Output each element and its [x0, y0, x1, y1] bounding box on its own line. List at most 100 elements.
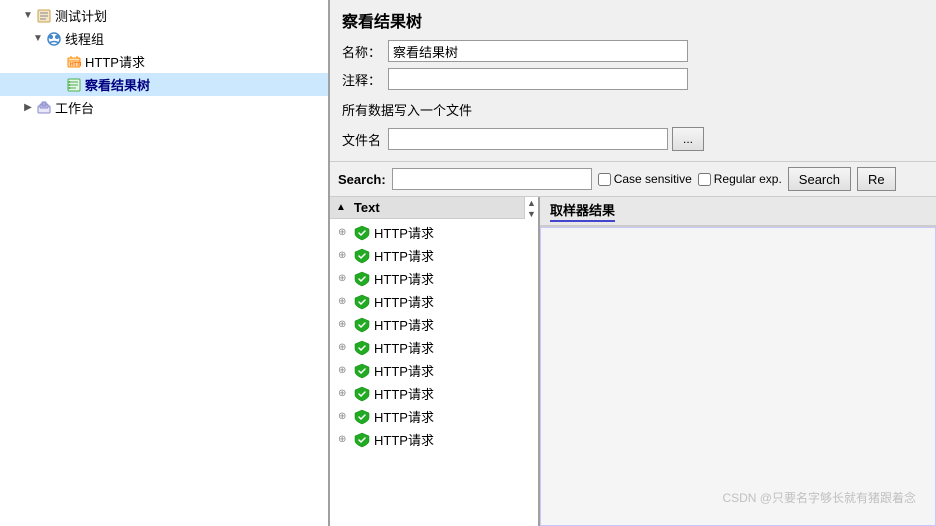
result-item[interactable]: ⊕ HTTP请求 — [330, 336, 538, 359]
result-tree-label: 察看结果树 — [85, 75, 150, 94]
filename-label: 文件名 — [342, 130, 382, 149]
result-label: HTTP请求 — [374, 361, 434, 380]
results-detail-header: 取样器结果 — [540, 197, 936, 227]
workbench-icon — [36, 100, 52, 116]
column-header: ▲ Text ▲ ▼ — [330, 197, 538, 219]
shield-icon — [354, 294, 370, 310]
tree-item-result-tree[interactable]: ▶ 察看结果树 — [0, 73, 328, 96]
result-label: HTTP请求 — [374, 269, 434, 288]
case-sensitive-label: Case sensitive — [614, 172, 692, 186]
search-button[interactable]: Search — [788, 167, 851, 191]
result-label: HTTP请求 — [374, 407, 434, 426]
shield-icon — [354, 271, 370, 287]
regular-exp-checkbox[interactable] — [698, 173, 711, 186]
name-row: 名称： — [342, 40, 924, 62]
result-tree-icon — [66, 77, 82, 93]
expand-plan[interactable]: ▼ — [20, 8, 36, 24]
result-label: HTTP请求 — [374, 246, 434, 265]
result-item[interactable]: ⊕ HTTP请求 — [330, 267, 538, 290]
tree-item-http-request[interactable]: ▶ HTTP HTTP请求 — [0, 50, 328, 73]
result-item[interactable]: ⊕ HTTP请求 — [330, 244, 538, 267]
text-column-label: Text — [354, 200, 380, 215]
all-data-row: 所有数据写入一个文件 — [342, 96, 924, 123]
results-detail-panel: 取样器结果 CSDN @只要名字够长就有猪跟着念 — [540, 197, 936, 526]
result-label: HTTP请求 — [374, 384, 434, 403]
workbench-label: 工作台 — [55, 98, 94, 117]
browse-button[interactable]: ... — [672, 127, 704, 151]
column-dropdown-arrow[interactable]: ▲ — [336, 202, 346, 213]
search-label: Search: — [338, 172, 386, 187]
filename-input[interactable] — [388, 128, 668, 150]
page-title: 察看结果树 — [342, 8, 924, 32]
shield-icon — [354, 340, 370, 356]
expand-workbench[interactable]: ▶ — [20, 100, 36, 116]
watermark: CSDN @只要名字够长就有猪跟着念 — [722, 489, 916, 506]
column-header-text: ▲ Text — [330, 197, 524, 219]
result-item[interactable]: ⊕ HTTP请求 — [330, 428, 538, 451]
comment-label: 注释： — [342, 70, 382, 89]
shield-icon — [354, 225, 370, 241]
column-scroll[interactable]: ▲ ▼ — [524, 197, 538, 219]
result-item[interactable]: ⊕ HTTP请求 — [330, 290, 538, 313]
expand-thread-group[interactable]: ▼ — [30, 31, 46, 47]
comment-input[interactable] — [388, 68, 688, 90]
key-icon: ⊕ — [338, 296, 350, 307]
plan-label: 测试计划 — [55, 6, 107, 25]
results-list-panel: ▲ Text ▲ ▼ ⊕ — [330, 197, 540, 526]
key-icon: ⊕ — [338, 342, 350, 353]
name-input[interactable] — [388, 40, 688, 62]
thread-group-label: 线程组 — [65, 29, 104, 48]
key-icon: ⊕ — [338, 365, 350, 376]
form-header: 察看结果树 名称： 注释： 所有数据写入一个文件 文件名 ... — [330, 0, 936, 162]
name-label: 名称： — [342, 42, 382, 61]
result-label: HTTP请求 — [374, 315, 434, 334]
key-icon: ⊕ — [338, 434, 350, 445]
shield-icon — [354, 317, 370, 333]
key-icon: ⊕ — [338, 250, 350, 261]
scroll-down[interactable]: ▼ — [525, 208, 538, 219]
reset-button[interactable]: Re — [857, 167, 896, 191]
result-item[interactable]: ⊕ HTTP请求 — [330, 313, 538, 336]
search-bar: Search: Case sensitive Regular exp. Sear… — [330, 162, 936, 197]
sampler-results-tab[interactable]: 取样器结果 — [550, 200, 615, 222]
result-item[interactable]: ⊕ HTTP请求 — [330, 359, 538, 382]
result-label: HTTP请求 — [374, 223, 434, 242]
shield-icon — [354, 248, 370, 264]
content-area: ▲ Text ▲ ▼ ⊕ — [330, 197, 936, 526]
shield-icon — [354, 363, 370, 379]
result-label: HTTP请求 — [374, 338, 434, 357]
case-sensitive-checkbox[interactable] — [598, 173, 611, 186]
result-label: HTTP请求 — [374, 430, 434, 449]
file-row: 文件名 ... — [342, 127, 924, 151]
case-sensitive-option[interactable]: Case sensitive — [598, 172, 692, 186]
result-item[interactable]: ⊕ HTTP请求 — [330, 405, 538, 428]
key-icon: ⊕ — [338, 411, 350, 422]
key-icon: ⊕ — [338, 319, 350, 330]
result-item[interactable]: ⊕ HTTP请求 — [330, 221, 538, 244]
shield-icon — [354, 432, 370, 448]
thread-group-icon — [46, 31, 62, 47]
key-icon: ⊕ — [338, 273, 350, 284]
http-icon: HTTP — [66, 54, 82, 70]
results-detail-content — [540, 227, 936, 526]
tree-panel: ▼ 测试计划 ▼ 线程组 — [0, 0, 330, 526]
plan-icon — [36, 8, 52, 24]
shield-icon — [354, 386, 370, 402]
result-label: HTTP请求 — [374, 292, 434, 311]
right-panel: 察看结果树 名称： 注释： 所有数据写入一个文件 文件名 ... Search: — [330, 0, 936, 526]
results-list: ⊕ HTTP请求 ⊕ HTTP请求 — [330, 219, 538, 453]
tree-item-workbench[interactable]: ▶ 工作台 — [0, 96, 328, 119]
key-icon: ⊕ — [338, 227, 350, 238]
all-data-text: 所有数据写入一个文件 — [342, 100, 472, 119]
result-item[interactable]: ⊕ HTTP请求 — [330, 382, 538, 405]
shield-icon — [354, 409, 370, 425]
scroll-up[interactable]: ▲ — [525, 197, 538, 208]
http-request-label: HTTP请求 — [85, 52, 145, 71]
tree-item-plan[interactable]: ▼ 测试计划 — [0, 4, 328, 27]
comment-row: 注释： — [342, 68, 924, 90]
key-icon: ⊕ — [338, 388, 350, 399]
search-input[interactable] — [392, 168, 592, 190]
regular-exp-option[interactable]: Regular exp. — [698, 172, 782, 186]
tree-item-thread-group[interactable]: ▼ 线程组 — [0, 27, 328, 50]
regular-exp-label: Regular exp. — [714, 172, 782, 186]
